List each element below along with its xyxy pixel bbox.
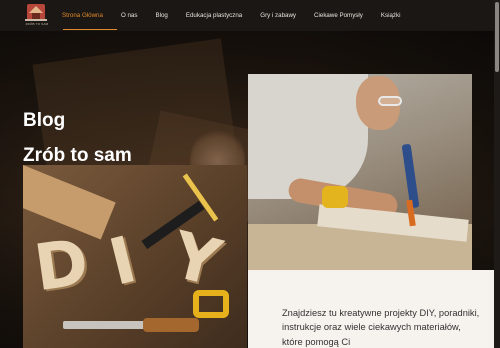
diy-letter: D [30,225,94,307]
chisel-handle [143,318,199,332]
nav-item-art-education[interactable]: Edukacja plastyczna [186,12,242,19]
hero-title: Blog [23,110,66,131]
nav-item-books[interactable]: Książki [381,12,401,19]
diy-letter: I [102,223,144,301]
top-navigation-bar: ZRÓB TO SAM Strona Główna O nas Blog Edu… [0,0,500,31]
nav-item-about[interactable]: O nas [121,12,138,19]
main-menu: Strona Główna O nas Blog Edukacja plasty… [62,0,418,31]
clamp-icon [193,290,229,318]
scrollbar-thumb[interactable] [495,2,499,72]
active-nav-underline [63,29,117,30]
tape-measure-icon [322,186,348,208]
logo-tagline: ZRÓB TO SAM [25,22,49,26]
diy-letters-image: D I Y [23,165,247,348]
nav-item-ideas[interactable]: Ciekawe Pomysły [314,12,363,19]
carpenter-drilling-image [248,74,472,270]
screwdriver-icon [401,143,420,209]
intro-paragraph: Znajdziesz tu kreatywne projekty DIY, po… [282,308,480,347]
safety-glasses [378,96,402,106]
nav-item-blog[interactable]: Blog [155,12,167,19]
hero-subtitle: Zrób to sam [23,145,132,166]
nav-item-home[interactable]: Strona Główna [62,12,103,19]
nav-item-games[interactable]: Gry i zabawy [260,12,296,19]
intro-text-panel: Znajdziesz tu kreatywne projekty DIY, po… [248,270,500,348]
